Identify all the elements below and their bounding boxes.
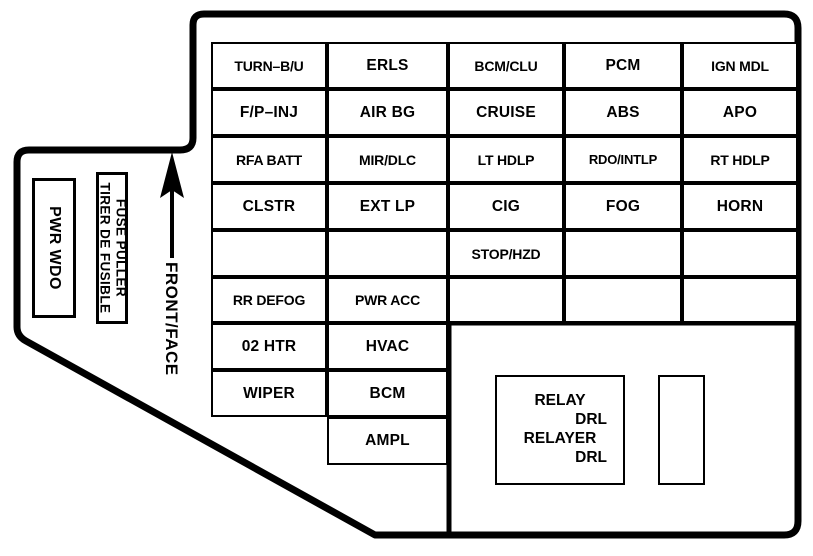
fuse-cell-r2c5[interactable]: APO [682, 89, 798, 136]
drl-relay[interactable]: RELAY DRL RELAYER DRL [495, 375, 625, 485]
fuse-cell-r5c4[interactable] [564, 230, 682, 277]
fuse-cell-r9c2[interactable]: AMPL [327, 417, 448, 465]
fuse-cell-r4c4[interactable]: FOG [564, 183, 682, 230]
fuse-cell-r4c1[interactable]: CLSTR [211, 183, 327, 230]
fuse-cell-r1c5[interactable]: IGN MDL [682, 42, 798, 89]
fuse-cell-r3c4[interactable]: RDO/INTLP [564, 136, 682, 183]
fuse-cell-r5c5[interactable] [682, 230, 798, 277]
relay-line-3: RELAYER [523, 430, 597, 447]
empty-relay-slot[interactable] [658, 375, 705, 485]
fuse-cell-r6c1[interactable]: RR DEFOG [211, 277, 327, 323]
fuse-cell-r2c4[interactable]: ABS [564, 89, 682, 136]
fuse-cell-r2c3[interactable]: CRUISE [448, 89, 564, 136]
fuse-cell-r4c5[interactable]: HORN [682, 183, 798, 230]
fuse-cell-r8c1[interactable]: WIPER [211, 370, 327, 417]
fuse-cell-r4c2[interactable]: EXT LP [327, 183, 448, 230]
fuse-cell-r5c3[interactable]: STOP/HZD [448, 230, 564, 277]
fuse-cell-r3c2[interactable]: MIR/DLC [327, 136, 448, 183]
fuse-cell-r3c3[interactable]: LT HDLP [448, 136, 564, 183]
fuse-cell-r3c5[interactable]: RT HDLP [682, 136, 798, 183]
fuse-cell-r6c4[interactable] [564, 277, 682, 323]
fuse-cell-r2c1[interactable]: F/P–INJ [211, 89, 327, 136]
fuse-cell-r6c5[interactable] [682, 277, 798, 323]
fuse-cell-r6c2[interactable]: PWR ACC [327, 277, 448, 323]
fuse-cell-r3c1[interactable]: RFA BATT [211, 136, 327, 183]
fuse-box-diagram: FRONT/FACE PWR WDO FUSE PULLER TIRER DE F… [0, 0, 813, 556]
fuse-cell-r8c2[interactable]: BCM [327, 370, 448, 417]
fuse-cell-r1c2[interactable]: ERLS [327, 42, 448, 89]
fuse-cell-r4c3[interactable]: CIG [448, 183, 564, 230]
relay-line-2: DRL [575, 411, 607, 429]
fuse-cell-r2c2[interactable]: AIR BG [327, 89, 448, 136]
fuse-cell-r1c1[interactable]: TURN–B/U [211, 42, 327, 89]
fuse-cell-r5c1[interactable] [211, 230, 327, 277]
fuse-cell-r5c2[interactable] [327, 230, 448, 277]
fuse-cell-r7c1[interactable]: 02 HTR [211, 323, 327, 370]
fuse-cell-r7c2[interactable]: HVAC [327, 323, 448, 370]
relay-line-4: DRL [575, 448, 607, 466]
relay-line-1: RELAY [534, 392, 586, 410]
fuse-cell-r1c3[interactable]: BCM/CLU [448, 42, 564, 89]
fuse-cell-r1c4[interactable]: PCM [564, 42, 682, 89]
fuse-cell-r6c3[interactable] [448, 277, 564, 323]
